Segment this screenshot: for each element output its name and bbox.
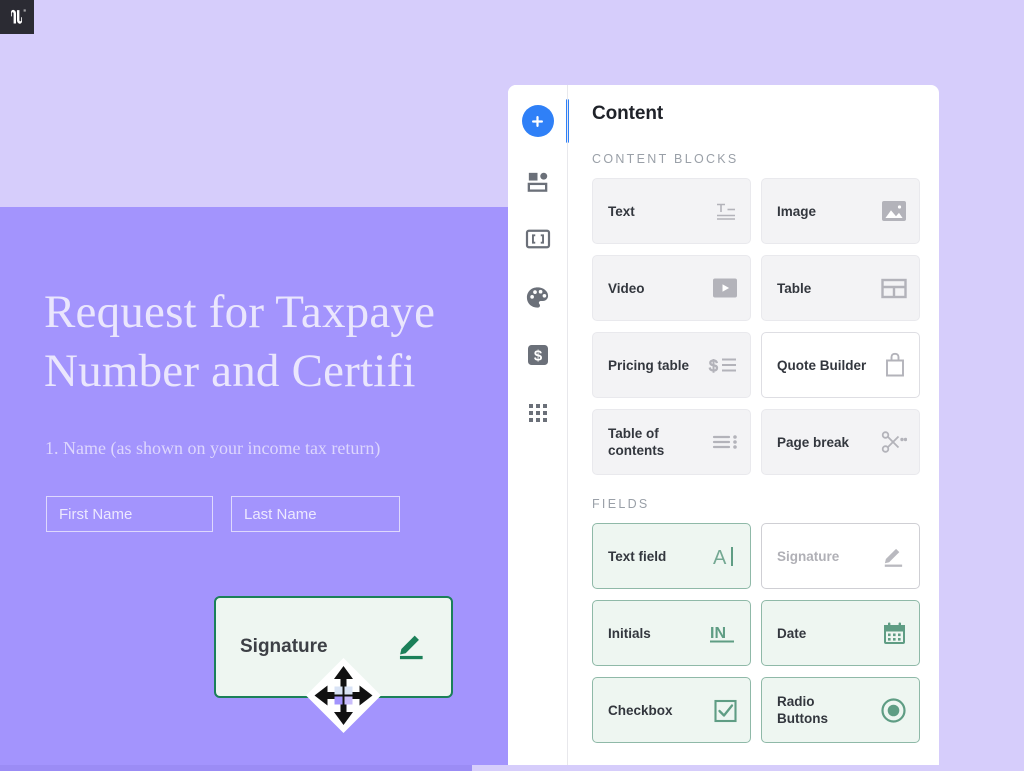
- tile-label: Text: [608, 203, 635, 219]
- tile-label: Initials: [608, 625, 651, 641]
- doc-question-label: 1. Name (as shown on your income tax ret…: [45, 438, 381, 458]
- text-format-icon: [714, 199, 738, 223]
- palette-icon: [525, 285, 550, 310]
- app-root: Request for Taxpaye Number and Certifi 1…: [0, 0, 1024, 771]
- panel-title: Content: [592, 103, 664, 124]
- scissors-icon: [881, 430, 907, 454]
- tile-label: Text field: [608, 548, 667, 564]
- tile-label: Table: [777, 280, 812, 296]
- quote-bag-icon: [883, 352, 907, 378]
- tile-label: Pricing table: [608, 357, 690, 373]
- first-name-field[interactable]: First Name: [46, 496, 213, 532]
- content-block-table[interactable]: Table: [761, 255, 920, 321]
- pandadoc-logo[interactable]: [0, 0, 34, 34]
- rail-item-apps[interactable]: [516, 391, 560, 435]
- content-panel: $ Content CONTENT BLOCKS Text Image Vide…: [508, 85, 939, 765]
- doc-title-line-1: Request for Taxpaye: [44, 286, 436, 338]
- panel-content: Content CONTENT BLOCKS Text Image Video …: [567, 85, 939, 765]
- image-icon: [881, 199, 907, 223]
- rail-item-theme[interactable]: [516, 275, 560, 319]
- initials-icon: IN: [708, 620, 738, 646]
- fields-grid: Text field A Signature Initials IN Date …: [592, 523, 920, 743]
- tile-label: Quote Builder: [777, 357, 867, 373]
- rail-item-layout[interactable]: [516, 159, 560, 203]
- content-block-video[interactable]: Video: [592, 255, 751, 321]
- last-name-field[interactable]: Last Name: [231, 496, 400, 532]
- svg-text:$: $: [533, 348, 542, 365]
- plus-icon: [521, 105, 554, 137]
- content-block-table-of-contents[interactable]: Table of contents: [592, 409, 751, 475]
- brackets-icon: [525, 228, 551, 250]
- grid-apps-icon: [527, 402, 549, 424]
- checkbox-icon: [713, 698, 738, 723]
- content-block-pricing-table[interactable]: Pricing table $: [592, 332, 751, 398]
- tile-label: Image: [777, 203, 817, 219]
- layout-blocks-icon: [525, 169, 550, 194]
- toc-icon: [712, 432, 738, 452]
- dollar-icon: $: [526, 343, 550, 367]
- content-blocks-grid: Text Image Video Table Pricing table $ Q…: [592, 178, 920, 475]
- field-radio-buttons[interactable]: Radio Buttons: [761, 677, 920, 743]
- content-block-quote-builder[interactable]: Quote Builder: [761, 332, 920, 398]
- last-name-placeholder: Last Name: [244, 505, 317, 523]
- dragged-signature-label: Signature: [240, 636, 328, 657]
- tile-label: Table of contents: [608, 426, 665, 458]
- video-play-icon: [712, 277, 738, 299]
- calendar-icon: [882, 621, 907, 646]
- field-initials[interactable]: Initials IN: [592, 600, 751, 666]
- content-block-text[interactable]: Text: [592, 178, 751, 244]
- content-block-page-break[interactable]: Page break: [761, 409, 920, 475]
- field-text-field[interactable]: Text field A: [592, 523, 751, 589]
- section-label-fields: FIELDS: [592, 497, 650, 511]
- pricing-table-icon: $: [708, 354, 738, 376]
- add-content-button[interactable]: [516, 99, 560, 143]
- radio-button-icon: [880, 697, 907, 724]
- svg-text:IN: IN: [710, 625, 726, 642]
- doc-title-line-2: Number and Certifi: [44, 345, 416, 397]
- tile-label: Video: [608, 280, 645, 296]
- text-cursor-icon: A: [712, 543, 738, 569]
- tile-label: Checkbox: [608, 702, 673, 718]
- horizontal-scrollbar-thumb[interactable]: [0, 765, 472, 771]
- table-icon: [881, 278, 907, 299]
- rail-item-pricing[interactable]: $: [516, 333, 560, 377]
- tile-label: Date: [777, 625, 807, 641]
- tile-label: Radio Buttons: [777, 694, 828, 726]
- field-signature[interactable]: Signature: [761, 523, 920, 589]
- move-cursor: [306, 658, 381, 733]
- panel-icon-rail: $: [508, 85, 569, 765]
- rail-item-variables[interactable]: [516, 217, 560, 261]
- field-checkbox[interactable]: Checkbox: [592, 677, 751, 743]
- tile-label: Page break: [777, 434, 850, 450]
- signature-pen-icon: [881, 543, 907, 569]
- tile-label: Signature: [777, 548, 840, 564]
- section-label-content-blocks: CONTENT BLOCKS: [592, 152, 739, 166]
- signature-pen-icon: [395, 628, 429, 667]
- first-name-placeholder: First Name: [59, 505, 133, 523]
- svg-text:A: A: [713, 547, 727, 569]
- svg-text:$: $: [709, 358, 718, 375]
- content-block-image[interactable]: Image: [761, 178, 920, 244]
- field-date[interactable]: Date: [761, 600, 920, 666]
